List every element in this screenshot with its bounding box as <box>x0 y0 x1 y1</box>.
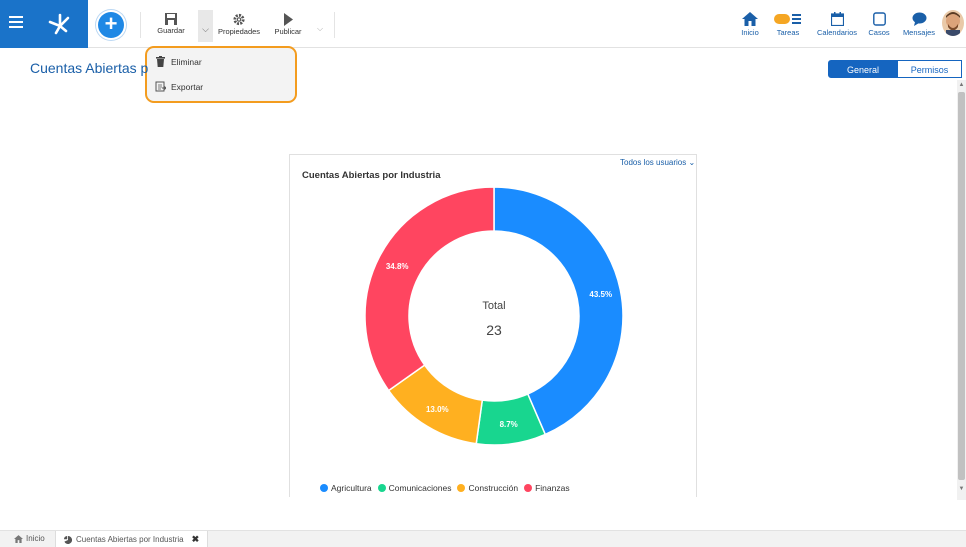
legend-label: Finanzas <box>535 483 570 493</box>
bottom-home-label: Inicio <box>26 534 45 543</box>
brand-bar <box>0 0 88 48</box>
bottom-tab-bar: Inicio Cuentas Abiertas por Industria ✖ <box>0 530 966 547</box>
hamburger-menu-icon[interactable] <box>9 16 23 30</box>
legend-dot-icon <box>457 484 466 492</box>
tab-permissions[interactable]: Permisos <box>898 60 962 78</box>
publish-dropdown-toggle[interactable]: ⌵ <box>317 24 323 34</box>
chart-title: Cuentas Abiertas por Industria <box>302 170 441 181</box>
data-label-finanzas: 34.8% <box>386 262 409 271</box>
toolbar-divider <box>140 12 141 38</box>
play-icon <box>284 13 293 26</box>
nav-messages-label: Mensajes <box>902 28 936 37</box>
cases-icon <box>872 12 886 26</box>
menu-item-delete[interactable]: Eliminar <box>155 56 202 67</box>
nav-tasks[interactable]: Tareas <box>770 12 806 37</box>
nav-calendars-label: Calendarios <box>816 28 858 37</box>
bottom-home-link[interactable]: Inicio <box>14 534 45 543</box>
open-tab-label: Cuentas Abiertas por Industria <box>76 535 184 544</box>
nav-messages[interactable]: Mensajes <box>900 12 938 37</box>
data-label-construcción: 13.0% <box>426 405 449 414</box>
legend-label: Construcción <box>468 483 519 493</box>
donut-center-value: 23 <box>486 322 502 338</box>
legend-dot-icon <box>524 484 533 492</box>
scrollbar-thumb[interactable] <box>958 92 965 480</box>
user-avatar[interactable] <box>942 10 964 36</box>
donut-center-label: Total <box>482 300 505 312</box>
legend-item-finanzas[interactable]: Finanzas <box>524 483 570 493</box>
pie-chart-icon <box>64 535 72 544</box>
donut-slice-agricultura[interactable] <box>493 186 624 436</box>
legend-item-agricultura[interactable]: Agricultura <box>320 483 372 493</box>
chevron-down-icon: ⌵ <box>202 24 209 34</box>
home-icon <box>14 534 23 543</box>
nav-cases-label: Casos <box>868 28 890 37</box>
legend-item-construcción[interactable]: Construcción <box>457 483 518 493</box>
scroll-down-arrow-icon[interactable]: ▼ <box>958 486 965 492</box>
nav-tasks-label: Tareas <box>776 28 800 37</box>
tasks-icon <box>774 14 801 24</box>
user-filter-label: Todos los usuarios <box>620 158 687 167</box>
gear-icon <box>233 13 245 26</box>
nav-calendars[interactable]: Calendarios <box>814 12 860 37</box>
app-logo-icon[interactable] <box>46 12 74 36</box>
save-icon <box>165 13 177 25</box>
tab-general[interactable]: General <box>828 60 898 78</box>
data-label-comunicaciones: 8.7% <box>500 420 518 429</box>
publish-button[interactable]: Publicar <box>268 13 308 43</box>
chart-legend: Agricultura Comunicaciones Construcción Fin… <box>320 483 576 493</box>
save-label: Guardar <box>157 26 185 35</box>
properties-button[interactable]: Propiedades <box>216 13 262 43</box>
publish-label: Publicar <box>274 27 302 36</box>
user-avatar-icon <box>946 12 960 36</box>
nav-home-label: Inicio <box>741 28 759 37</box>
home-icon <box>742 12 758 26</box>
page-title: Cuentas Abiertas p <box>30 60 149 76</box>
actions-dropdown-menu: Eliminar Exportar <box>145 46 297 103</box>
top-toolbar: + Guardar ⌵ Propiedades Publicar ⌵ Inici… <box>0 0 966 48</box>
donut-slice-finanzas[interactable] <box>364 186 495 392</box>
chevron-down-icon: ⌄ <box>686 158 696 167</box>
legend-dot-icon <box>377 484 386 492</box>
add-new-button[interactable]: + <box>98 12 124 38</box>
user-filter-dropdown[interactable]: Todos los usuarios ⌄ <box>620 158 695 167</box>
donut-chart: 43.5% 8.7% 13.0% 34.8% Total 23 <box>364 186 624 446</box>
menu-item-export[interactable]: Exportar <box>155 81 203 92</box>
more-actions-dropdown-toggle[interactable]: ⌵ <box>198 10 213 42</box>
close-tab-icon[interactable]: ✖ <box>192 534 200 545</box>
nav-home[interactable]: Inicio <box>737 12 763 37</box>
chat-bubble-icon <box>912 12 926 26</box>
legend-dot-icon <box>320 484 328 492</box>
data-label-agricultura: 43.5% <box>589 290 612 299</box>
nav-cases[interactable]: Casos <box>866 12 892 37</box>
toolbar-divider <box>334 12 335 38</box>
legend-label: Comunicaciones <box>388 483 452 493</box>
save-button[interactable]: Guardar <box>154 13 188 43</box>
legend-label: Agricultura <box>331 483 372 493</box>
trash-icon <box>156 56 165 67</box>
open-tab-chart[interactable]: Cuentas Abiertas por Industria ✖ <box>55 531 209 547</box>
legend-item-comunicaciones[interactable]: Comunicaciones <box>377 483 452 493</box>
chart-card: 43.5% 8.7% 13.0% 34.8% Total 23 Todos los usu… <box>289 154 697 497</box>
properties-label: Propiedades <box>217 27 261 36</box>
export-icon <box>155 81 166 92</box>
menu-item-delete-label: Eliminar <box>171 56 202 67</box>
calendar-icon <box>830 12 844 26</box>
scroll-up-arrow-icon[interactable]: ▲ <box>958 82 965 88</box>
menu-item-export-label: Exportar <box>171 81 204 92</box>
